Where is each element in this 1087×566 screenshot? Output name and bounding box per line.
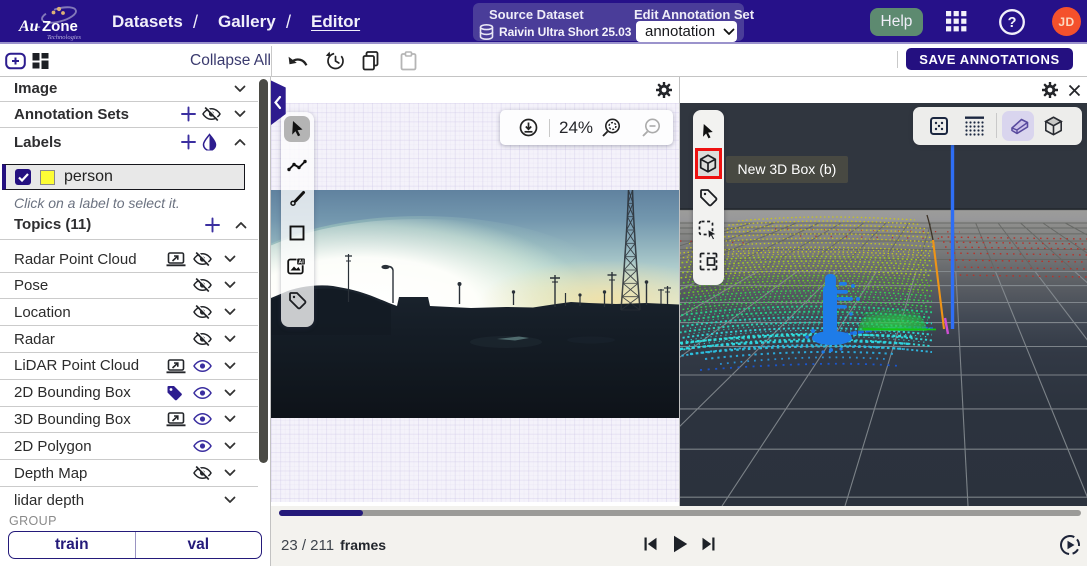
svg-text:Zone: Zone xyxy=(42,18,78,35)
svg-text:-: - xyxy=(37,21,41,33)
svg-text:Technologies: Technologies xyxy=(47,34,82,41)
svg-text:?: ? xyxy=(1008,15,1017,31)
svg-text:Au: Au xyxy=(18,18,39,35)
svg-text:AI: AI xyxy=(298,259,304,265)
